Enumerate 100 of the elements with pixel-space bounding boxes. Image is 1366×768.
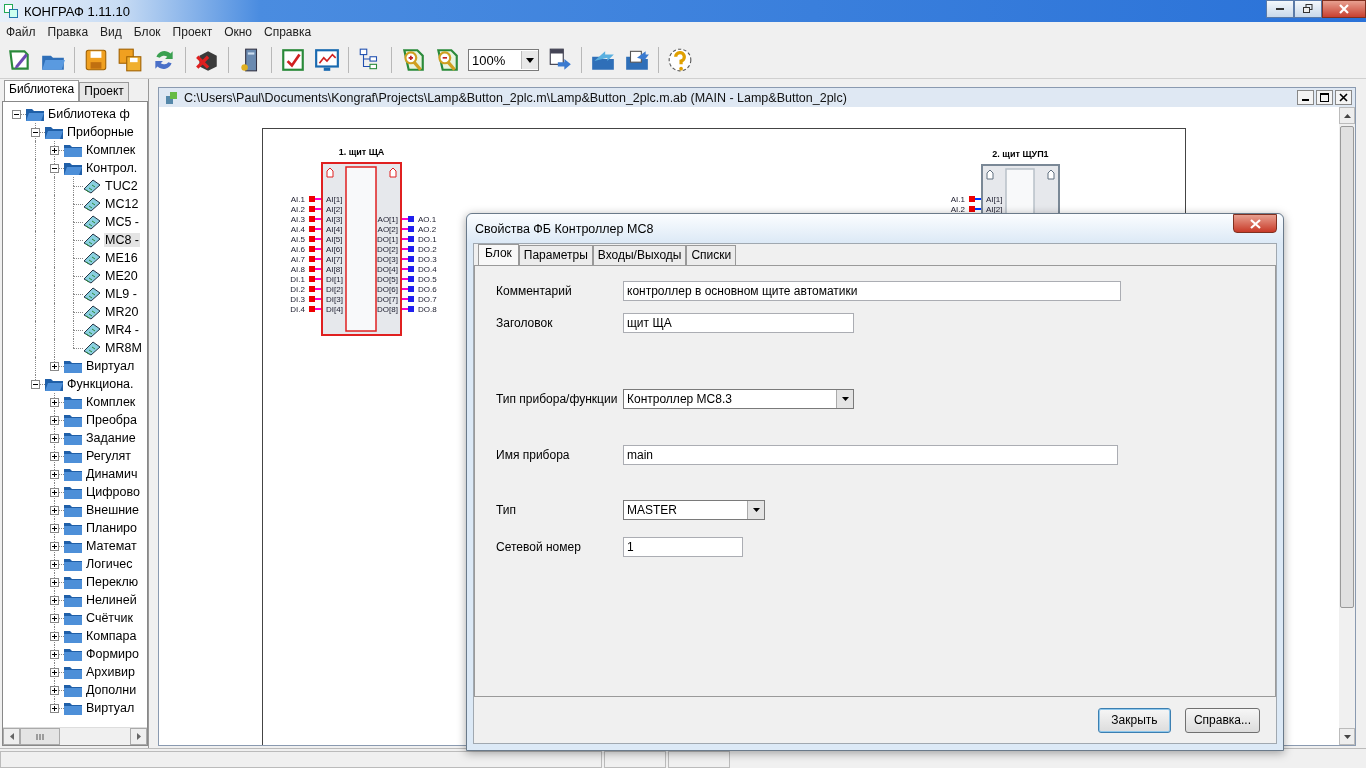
tree-item[interactable]: ML9 - (104, 287, 138, 301)
menu-item[interactable]: Проект (166, 25, 219, 39)
expand-icon[interactable] (50, 146, 59, 155)
block-body[interactable] (321, 162, 402, 336)
scrollbar-thumb[interactable] (1340, 126, 1354, 608)
tree-item[interactable]: MR20 (104, 305, 140, 319)
expand-icon[interactable] (50, 650, 59, 659)
tree-item[interactable]: Комплек (85, 395, 137, 409)
input-pin[interactable] (309, 226, 315, 232)
tree-item[interactable]: Математ (85, 539, 138, 553)
export-icon[interactable] (547, 47, 573, 73)
save-all-icon[interactable] (117, 47, 143, 73)
collapse-icon[interactable] (12, 110, 21, 119)
tree-item[interactable]: Внешние (85, 503, 141, 517)
expand-icon[interactable] (50, 506, 59, 515)
tree-item[interactable]: Контрол. (85, 161, 139, 175)
tree-item[interactable]: MC8 - (104, 233, 141, 247)
scroll-left-button[interactable] (3, 728, 20, 745)
minimize-button[interactable] (1266, 0, 1294, 18)
collapse-icon[interactable] (50, 164, 59, 173)
tree-item[interactable]: MR4 - (104, 323, 141, 337)
tree-item[interactable]: Виртуал (85, 701, 136, 715)
tree-item[interactable]: Логичес (85, 557, 134, 571)
tree-item[interactable]: Задание (85, 431, 137, 445)
input-pin[interactable] (309, 206, 315, 212)
tree-item[interactable]: Формиро (85, 647, 140, 661)
expand-icon[interactable] (50, 488, 59, 497)
dialog-tab[interactable]: Параметры (518, 245, 593, 265)
input-pin[interactable] (309, 266, 315, 272)
tree-item[interactable]: Виртуал (85, 359, 136, 373)
new-document-icon[interactable] (6, 47, 32, 73)
tree-item[interactable]: Архивир (85, 665, 136, 679)
expand-icon[interactable] (50, 578, 59, 587)
zoom-in-icon[interactable] (400, 47, 426, 73)
close-button[interactable] (1335, 90, 1352, 105)
menu-item[interactable]: Блок (127, 25, 167, 39)
input-pin[interactable] (969, 206, 975, 212)
tree-item[interactable]: ME20 (104, 269, 139, 283)
input-pin[interactable] (309, 296, 315, 302)
tree-item[interactable]: MC12 (104, 197, 140, 211)
dialog-button[interactable]: Закрыть (1097, 707, 1171, 733)
expand-icon[interactable] (50, 524, 59, 533)
input-pin[interactable] (309, 216, 315, 222)
tree-item[interactable]: Планиро (85, 521, 139, 535)
tree-item[interactable]: Преобра (85, 413, 138, 427)
menu-item[interactable]: Правка (41, 25, 95, 39)
scrollbar-thumb[interactable] (20, 728, 60, 745)
menu-item[interactable]: Вид (94, 25, 128, 39)
tree-item[interactable]: ME16 (104, 251, 139, 265)
menu-item[interactable]: Окно (218, 25, 258, 39)
tree-item[interactable]: Нелиней (85, 593, 138, 607)
tree-item[interactable]: Компара (85, 629, 138, 643)
maximize-button[interactable] (1316, 90, 1333, 105)
zoom-combo[interactable]: 100% (468, 49, 539, 71)
text-field[interactable]: main (623, 445, 1118, 465)
tree-item[interactable]: Библиотека ф (47, 107, 131, 121)
tree-item[interactable]: Переклю (85, 575, 140, 589)
tree-item[interactable]: TUC2 (104, 179, 139, 193)
close-button[interactable] (1233, 214, 1277, 233)
close-button[interactable] (1322, 0, 1366, 18)
input-pin[interactable] (309, 276, 315, 282)
expand-icon[interactable] (50, 596, 59, 605)
help-icon[interactable] (667, 47, 693, 73)
expand-icon[interactable] (50, 398, 59, 407)
text-field[interactable]: щит ЩА (623, 313, 854, 333)
dropdown[interactable]: Контроллер МС8.3 (623, 389, 854, 409)
tree-item[interactable]: MC5 - (104, 215, 141, 229)
expand-icon[interactable] (50, 686, 59, 695)
expand-icon[interactable] (50, 416, 59, 425)
dialog-tab[interactable]: Списки (686, 245, 737, 265)
save-icon[interactable] (83, 47, 109, 73)
input-pin[interactable] (309, 196, 315, 202)
zoom-out-icon[interactable] (434, 47, 460, 73)
tree-item[interactable]: Приборные (66, 125, 135, 139)
input-pin[interactable] (969, 196, 975, 202)
tree-item[interactable]: Дополни (85, 683, 138, 697)
chart-monitor-icon[interactable] (314, 47, 340, 73)
text-field[interactable]: 1 (623, 537, 743, 557)
scroll-right-button[interactable] (130, 728, 147, 745)
checklist-icon[interactable] (280, 47, 306, 73)
scroll-down-button[interactable] (1339, 728, 1355, 745)
tree-item[interactable]: Регулят (85, 449, 133, 463)
expand-icon[interactable] (50, 668, 59, 677)
minimize-button[interactable] (1297, 90, 1314, 105)
collapse-icon[interactable] (31, 128, 40, 137)
input-pin[interactable] (309, 306, 315, 312)
menu-item[interactable]: Справка (258, 25, 318, 39)
dialog-button[interactable]: Справка... (1184, 707, 1260, 733)
input-pin[interactable] (309, 246, 315, 252)
tree-item[interactable]: Комплек (85, 143, 137, 157)
dropdown[interactable]: MASTER (623, 500, 765, 520)
collapse-icon[interactable] (31, 380, 40, 389)
tree-item[interactable]: Функциона. (66, 377, 135, 391)
scroll-up-button[interactable] (1339, 107, 1355, 124)
expand-icon[interactable] (50, 560, 59, 569)
dialog-tab[interactable]: Блок (478, 244, 519, 265)
text-field[interactable]: контроллер в основном щите автоматики (623, 281, 1121, 301)
input-pin[interactable] (309, 286, 315, 292)
tree-item[interactable]: Счётчик (85, 611, 135, 625)
panel-tab[interactable]: Библиотека (4, 80, 80, 101)
